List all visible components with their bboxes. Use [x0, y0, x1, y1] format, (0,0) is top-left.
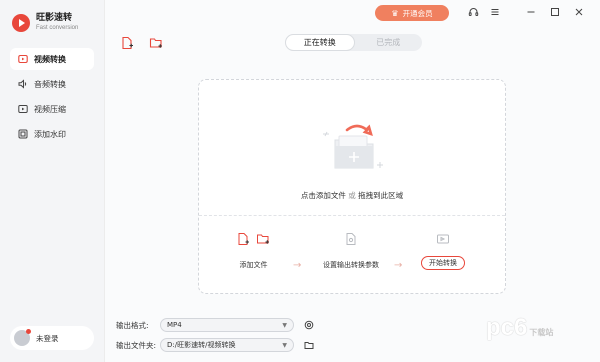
logo-icon [12, 13, 30, 32]
vip-button[interactable]: ♛ 开通会员 [375, 5, 449, 21]
watermark-icon [18, 129, 28, 139]
output-format-label: 输出格式: [116, 320, 149, 330]
tab-converting[interactable]: 正在转换 [285, 34, 355, 51]
maximize-icon[interactable] [549, 6, 561, 18]
sidebar-item-audio-convert[interactable]: 音频转换 [10, 73, 94, 95]
menu-icon[interactable] [489, 6, 501, 18]
app-window: 旺影速转 Fast conversion 视频转换 音频转换 视频压缩 添加水印… [0, 0, 600, 362]
app-name: 旺影速转 [36, 13, 73, 23]
avatar [14, 329, 31, 346]
conversion-tabs: 正在转换 已完成 [285, 34, 422, 51]
video-convert-icon [18, 54, 28, 64]
output-folder-label: 输出文件夹: [116, 340, 157, 350]
add-file-icon [238, 233, 249, 245]
site-watermark: pc6 下载站 [486, 314, 553, 342]
output-folder-select[interactable]: D:/旺影速转/视频转换 ▼ [160, 338, 294, 352]
close-icon[interactable] [573, 6, 585, 18]
user-status-label: 未登录 [36, 333, 59, 343]
main-panel: 正在转换 已完成 ♛ 开通会员 点击添加文件 或 拖拽到此区域 添加文件 → 设… [104, 0, 600, 362]
step-settings: 设置输出转换参数 [323, 232, 379, 270]
divider [199, 215, 505, 216]
start-convert-button[interactable]: 开始转换 [421, 256, 465, 270]
output-format-row: 输出格式: MP4 ▼ [116, 318, 314, 332]
step-add-file: 添加文件 [237, 232, 270, 270]
chevron-down-icon: ▼ [282, 321, 287, 329]
app-subtitle: Fast conversion [36, 25, 79, 31]
file-drop-zone[interactable]: 点击添加文件 或 拖拽到此区域 添加文件 → 设置输出转换参数 → 开始转换 [198, 79, 506, 294]
arrow-right-icon: → [394, 260, 403, 271]
add-file-icon[interactable] [120, 36, 134, 50]
step-settings-label: 设置输出转换参数 [323, 261, 379, 269]
audio-icon [18, 79, 28, 89]
add-folder-icon [257, 234, 269, 244]
output-format-select[interactable]: MP4 ▼ [160, 318, 294, 332]
sidebar-item-label: 视频压缩 [34, 104, 66, 114]
output-folder-value: D:/旺影速转/视频转换 [167, 341, 236, 349]
settings-file-icon [346, 233, 355, 245]
step-start: 开始转换 [421, 232, 465, 270]
watermark-big: pc6 [486, 314, 528, 341]
vip-button-label: 开通会员 [402, 8, 433, 18]
app-logo: 旺影速转 Fast conversion [12, 13, 78, 32]
open-folder-icon[interactable] [304, 340, 314, 350]
sidebar-item-video-compress[interactable]: 视频压缩 [10, 98, 94, 120]
add-folder-icon[interactable] [149, 36, 163, 50]
sidebar-item-label: 添加水印 [34, 129, 66, 139]
convert-icon [437, 234, 449, 244]
user-login-button[interactable]: 未登录 [10, 326, 94, 350]
watermark-small: 下载站 [529, 328, 554, 337]
step-add-file-label: 添加文件 [239, 261, 268, 269]
settings-icon[interactable] [304, 320, 314, 330]
tab-completed[interactable]: 已完成 [355, 34, 423, 51]
sidebar: 旺影速转 Fast conversion 视频转换 音频转换 视频压缩 添加水印… [0, 0, 104, 362]
output-format-value: MP4 [167, 321, 182, 329]
drop-hint: 点击添加文件 或 拖拽到此区域 [199, 190, 505, 201]
drop-hint-add: 点击添加文件 [300, 191, 346, 200]
crown-icon: ♛ [391, 8, 399, 18]
folder-upload-icon [323, 124, 383, 169]
minimize-icon[interactable] [525, 6, 537, 18]
output-folder-row: 输出文件夹: D:/旺影速转/视频转换 ▼ [116, 338, 314, 352]
support-icon[interactable] [467, 6, 479, 18]
arrow-right-icon: → [293, 260, 302, 271]
sidebar-item-label: 视频转换 [34, 54, 66, 64]
sidebar-item-video-convert[interactable]: 视频转换 [10, 48, 94, 70]
sidebar-item-add-watermark[interactable]: 添加水印 [10, 123, 94, 145]
sidebar-nav: 视频转换 音频转换 视频压缩 添加水印 [10, 48, 94, 148]
sidebar-item-label: 音频转换 [34, 79, 66, 89]
drop-hint-or: 或 [348, 191, 356, 200]
drop-hint-drag: 拖拽到此区域 [358, 191, 404, 200]
compress-icon [18, 104, 28, 114]
chevron-down-icon: ▼ [282, 341, 287, 349]
